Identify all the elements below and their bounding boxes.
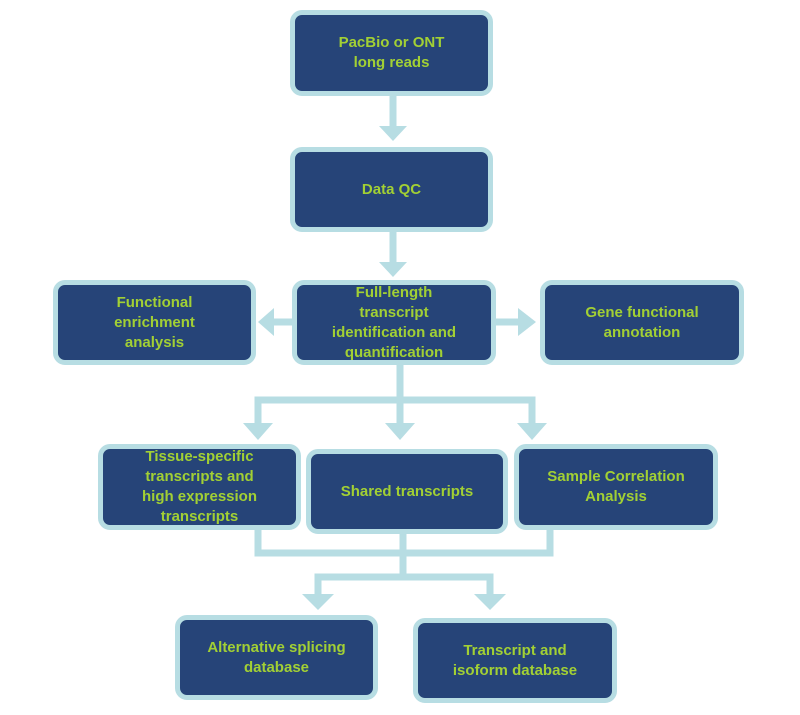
connector-branch-top xyxy=(254,396,536,425)
node-qc: Data QC xyxy=(290,147,493,232)
node-correlation: Sample Correlation Analysis xyxy=(514,444,718,530)
node-shared: Shared transcripts xyxy=(306,449,508,534)
node-isoform: Transcript and isoform database xyxy=(413,618,617,703)
node-tissue: Tissue-specific transcripts and high exp… xyxy=(98,444,301,530)
arrowhead-isoform xyxy=(474,594,506,610)
node-splicing: Alternative splicing database xyxy=(175,615,378,700)
arrowhead-annotation xyxy=(518,308,536,336)
arrowhead-enrichment xyxy=(258,308,274,336)
node-fulllength: Full-length transcript identification an… xyxy=(292,280,496,365)
arrowhead-tissue xyxy=(243,423,273,440)
node-input: PacBio or ONT long reads xyxy=(290,10,493,96)
node-enrichment: Functional enrichment analysis xyxy=(53,280,256,365)
arrowhead-fulllength xyxy=(379,262,407,277)
connector-branch-bottom xyxy=(314,573,494,597)
arrowhead-splicing xyxy=(302,594,334,610)
arrowhead-correlation xyxy=(517,423,547,440)
node-annotation: Gene functional annotation xyxy=(540,280,744,365)
arrowhead-qc xyxy=(379,126,407,141)
arrowhead-shared xyxy=(385,423,415,440)
